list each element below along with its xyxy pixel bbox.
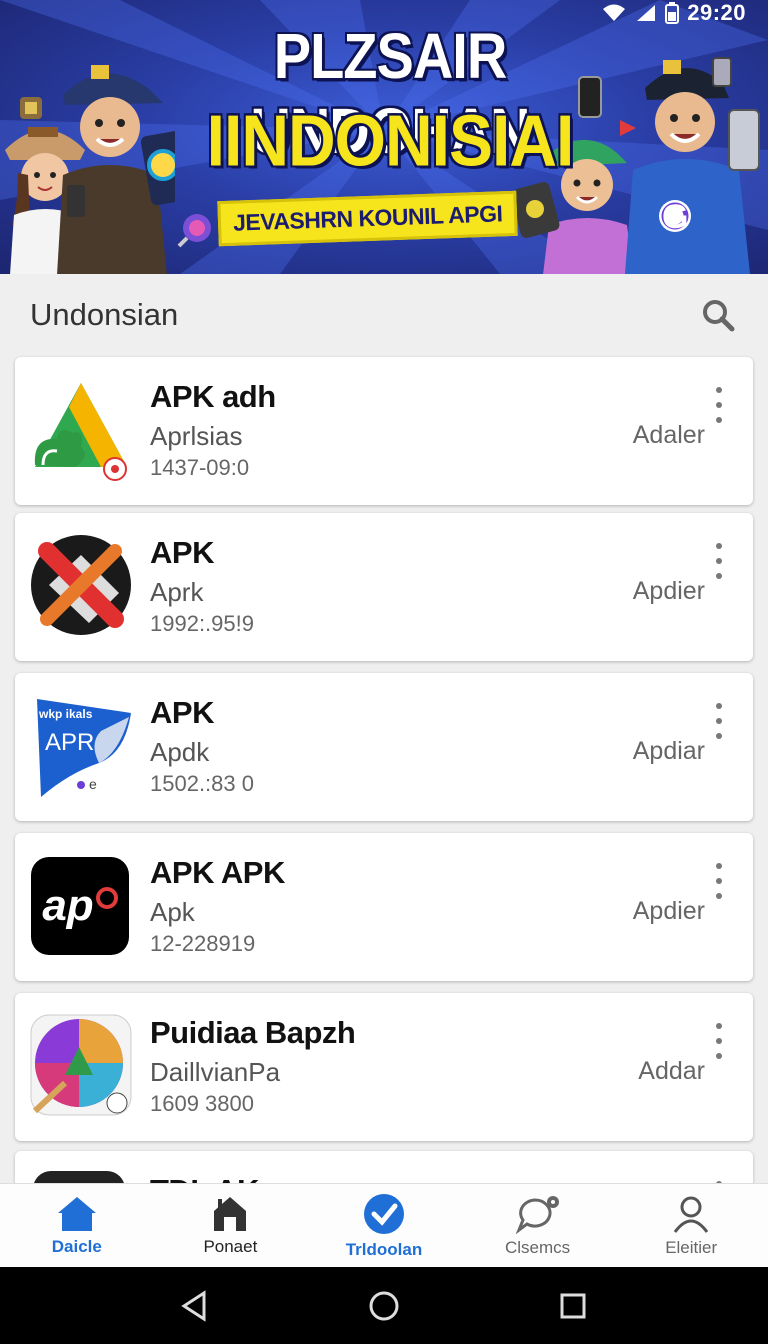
red-dot-icon <box>95 887 118 909</box>
app-subtitle: Aprk <box>150 577 204 607</box>
nav-item-store[interactable]: Ponaet <box>154 1184 308 1268</box>
app-name: APK <box>150 695 214 730</box>
app-meta: 1992:.95!9 <box>150 611 254 636</box>
app-icon-ap-logo: ap <box>31 857 129 955</box>
more-options-icon[interactable] <box>711 543 727 579</box>
nav-item-profile[interactable]: Eleitier <box>614 1184 768 1268</box>
app-icon-text: ap <box>42 881 94 930</box>
promo-banner[interactable]: G PLZSAIR UNDOHAN IINDONISIAI JEVASHRN K… <box>0 0 768 274</box>
nav-label: Clsemcs <box>504 1238 571 1257</box>
status-time: 29:20 <box>687 0 746 25</box>
nav-item-downloads[interactable]: Trldoolan <box>307 1184 461 1268</box>
system-navigation-bar <box>0 1267 768 1344</box>
app-icon-text: APR <box>45 729 95 756</box>
battery-icon <box>665 2 680 24</box>
app-subtitle: Aprlsias <box>150 421 243 451</box>
app-icon-rainbow-disc <box>30 1014 132 1116</box>
banner-title-line2: IINDONISIAI <box>206 99 575 181</box>
app-icon-small-text: wkp ikals <box>39 707 93 721</box>
app-subtitle: Apdk <box>150 737 210 767</box>
app-name: Puidiaa Bapzh <box>150 1015 356 1050</box>
recents-button[interactable] <box>553 1286 593 1326</box>
recents-square-icon <box>560 1293 586 1318</box>
home-circle-icon <box>369 1291 399 1320</box>
app-list-item[interactable]: e wkp ikals APR APK Apdk 1502.:83 0 Apdi… <box>15 673 753 821</box>
app-icon-triangle-drive <box>34 383 127 481</box>
home-button[interactable] <box>364 1286 404 1326</box>
nav-item-chats[interactable]: Clsemcs <box>461 1184 615 1268</box>
more-options-icon[interactable] <box>711 703 727 739</box>
app-icon-red-x <box>31 535 131 635</box>
nav-item-home[interactable]: Daicle <box>0 1184 154 1268</box>
app-subtitle: Apk <box>150 897 195 927</box>
signal-icon <box>637 5 656 21</box>
app-action-button[interactable]: Apdier <box>633 897 705 926</box>
wifi-icon <box>603 4 626 21</box>
app-meta: 1609 3800 <box>150 1091 254 1116</box>
person-icon <box>673 1196 709 1233</box>
svg-text:e: e <box>89 776 97 792</box>
app-name: APK <box>150 535 214 570</box>
app-action-button[interactable]: Adaler <box>633 421 705 450</box>
back-button[interactable] <box>175 1286 215 1326</box>
app-action-button[interactable]: Apdiar <box>633 737 705 766</box>
app-list-item[interactable]: Puidiaa Bapzh DaillvianPa 1609 3800 Adda… <box>15 993 753 1141</box>
app-name: APK adh <box>150 379 276 414</box>
app-subtitle: DaillvianPa <box>150 1057 281 1087</box>
search-icon <box>703 300 735 332</box>
app-list-item[interactable]: APK Aprk 1992:.95!9 Apdier <box>15 513 753 661</box>
search-button[interactable] <box>698 295 738 335</box>
search-orb-icon <box>177 214 211 248</box>
check-circle-icon <box>363 1194 404 1234</box>
nav-label: Daicle <box>51 1237 102 1256</box>
status-bar: 29:20 <box>601 0 746 26</box>
more-options-icon[interactable] <box>711 863 727 899</box>
app-meta: 1502.:83 0 <box>150 771 254 796</box>
back-triangle-icon <box>180 1289 206 1322</box>
app-meta: 12-228919 <box>150 931 256 956</box>
small-device-icon <box>20 97 42 119</box>
app-name: APK APK <box>150 855 285 890</box>
nav-label: Trldoolan <box>345 1240 423 1259</box>
more-options-icon[interactable] <box>711 1023 727 1059</box>
app-list-item[interactable]: APK adh Aprlsias 1437-09:0 Adaler <box>15 357 753 505</box>
app-meta: 1437-09:0 <box>150 455 250 480</box>
bottom-navigation: Daicle Ponaet Trldoolan Clsemcs Eleitier <box>0 1183 768 1268</box>
banner-brand-badge: G <box>662 198 689 236</box>
home-icon <box>57 1197 96 1231</box>
app-list-item[interactable]: ap APK APK Apk 12-228919 Apdier <box>15 833 753 981</box>
store-icon <box>214 1197 247 1231</box>
app-action-button[interactable]: Addar <box>638 1057 705 1086</box>
page-title: Undonsian <box>30 297 179 332</box>
app-action-button[interactable]: Apdier <box>633 577 705 606</box>
nav-label: Eleitier <box>665 1238 718 1257</box>
chat-settings-icon <box>515 1196 559 1234</box>
more-options-icon[interactable] <box>711 387 727 423</box>
nav-label: Ponaet <box>203 1237 258 1256</box>
section-header: Undonsian <box>0 274 768 356</box>
